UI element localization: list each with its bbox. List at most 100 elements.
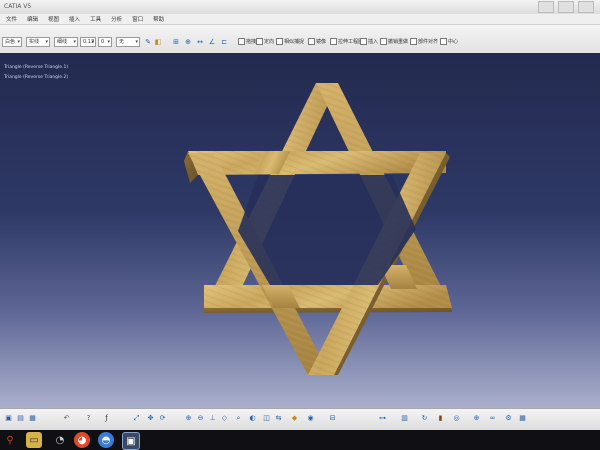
bottom-toolbar: ▣ ▤ ▦ ↶ ? ƒ ⤢ ✥ ⟳ ⊕ ⊖ ⊥ ◇ ⌕ ◐ ◫ ⇆ ◆ ◉ ⊟ … <box>0 408 600 431</box>
style-select-value: 无 <box>119 39 125 45</box>
layer-select-value: 0 <box>101 39 105 45</box>
layer-select[interactable]: 0 ▾ <box>98 37 112 47</box>
paint-icon[interactable]: ✎ <box>144 38 152 46</box>
part-icon[interactable]: ▮ <box>436 414 445 423</box>
thickness-select[interactable]: 0.13 ▾ <box>80 37 96 47</box>
open-icon[interactable]: ▤ <box>16 414 25 423</box>
browser-icon[interactable]: ◕ <box>74 432 90 448</box>
screen: CATIA V5 文件 编辑 视图 插入 工具 分析 窗口 帮助 白色 ▾ 实线 ▾… <box>0 0 600 450</box>
chevron-down-icon: ▾ <box>45 39 48 45</box>
style-select[interactable]: 无 ▾ <box>116 37 140 47</box>
checkbox-label: 插入 <box>368 39 379 45</box>
menu-bar: 文件 编辑 视图 插入 工具 分析 窗口 帮助 <box>0 14 600 25</box>
linetype-select[interactable]: 实线 ▾ <box>26 37 50 47</box>
properties-icon[interactable]: ◧ <box>154 38 162 46</box>
menu-window[interactable]: 窗口 <box>130 15 145 23</box>
measure-icon[interactable]: ⊶ <box>378 414 387 423</box>
minimize-icon[interactable] <box>538 1 554 13</box>
snap-icon[interactable]: ⊕ <box>184 38 192 46</box>
lineweight-select-value: 细线 <box>57 39 68 45</box>
checkbox-box <box>238 38 245 45</box>
checkbox-center[interactable]: 中心 <box>440 38 458 45</box>
iso-view-icon[interactable]: ◇ <box>220 414 229 423</box>
checkbox-box <box>380 38 387 45</box>
settings-icon[interactable]: ⚙ <box>504 414 513 423</box>
title-bar: CATIA V5 <box>0 0 600 15</box>
checkbox-box <box>360 38 367 45</box>
help-icon[interactable]: ? <box>84 414 93 423</box>
update-icon[interactable]: ↻ <box>420 414 429 423</box>
taskbar: ⚲ ▭ ◔ ◕ ◓ ▣ <box>0 430 600 450</box>
menu-edit[interactable]: 编辑 <box>25 15 40 23</box>
star-of-david-model[interactable] <box>0 53 600 408</box>
undo-icon[interactable]: ↶ <box>62 414 71 423</box>
lineweight-select[interactable]: 细线 ▾ <box>54 37 78 47</box>
new-icon[interactable]: ▣ <box>4 414 13 423</box>
checkbox-align[interactable]: 部件对齐 <box>410 38 438 45</box>
color-select[interactable]: 白色 ▾ <box>2 37 22 47</box>
swap-visible-icon[interactable]: ⇆ <box>274 414 283 423</box>
catia-taskbar-icon[interactable]: ▣ <box>122 432 140 450</box>
layers-icon[interactable]: ▦ <box>518 414 527 423</box>
checkbox-label: 中心 <box>448 39 459 45</box>
chevron-down-icon: ▾ <box>135 39 138 45</box>
window-title: CATIA V5 <box>4 3 32 10</box>
checkbox-drag[interactable]: 拖拽 <box>238 38 256 45</box>
checkbox-box <box>256 38 263 45</box>
checkbox-box <box>440 38 447 45</box>
section-icon[interactable]: ⊟ <box>328 414 337 423</box>
constraint-icon[interactable]: ∠ <box>208 38 216 46</box>
analysis-icon[interactable]: ⊕ <box>472 414 481 423</box>
measure-icon[interactable]: ↔ <box>196 38 204 46</box>
rotate-icon[interactable]: ⟳ <box>158 414 167 423</box>
checkbox-label: 镜像 <box>316 39 327 45</box>
menu-analysis[interactable]: 分析 <box>109 15 124 23</box>
grid-icon[interactable]: ⊞ <box>172 38 180 46</box>
menu-file[interactable]: 文件 <box>4 15 19 23</box>
checkbox-label: 拖拽 <box>246 39 257 45</box>
checkbox-box <box>410 38 417 45</box>
normal-view-icon[interactable]: ⊥ <box>208 414 217 423</box>
links-icon[interactable]: ∞ <box>488 414 497 423</box>
search-icon[interactable]: ⌕ <box>234 414 243 423</box>
chevron-down-icon: ▾ <box>107 39 110 45</box>
checkbox-undo-redo[interactable]: 撤销重做 <box>380 38 408 45</box>
render-icon[interactable]: ◉ <box>306 414 315 423</box>
formula-icon[interactable]: ƒ <box>102 414 111 423</box>
checkbox-label: 撤销重做 <box>388 39 409 45</box>
edge-browser-icon[interactable]: ◓ <box>98 432 114 448</box>
zoom-out-icon[interactable]: ⊖ <box>196 414 205 423</box>
file-explorer-icon[interactable]: ▭ <box>26 432 42 448</box>
checkbox-insert[interactable]: 插入 <box>360 38 378 45</box>
shading-icon[interactable]: ◐ <box>248 414 257 423</box>
menu-tools[interactable]: 工具 <box>88 15 103 23</box>
menu-insert[interactable]: 插入 <box>67 15 82 23</box>
color-select-value: 白色 <box>5 39 16 45</box>
checkbox-label: 部件对齐 <box>418 39 439 45</box>
menu-help[interactable]: 帮助 <box>151 15 166 23</box>
bar-up-bottom-edge <box>204 308 452 313</box>
chat-icon[interactable]: ◔ <box>52 432 68 448</box>
window-controls <box>538 1 594 13</box>
start-icon[interactable]: ⚲ <box>2 432 18 448</box>
checkbox-similar-snap[interactable]: 相似捕捉 <box>276 38 304 45</box>
checkbox-stretch-drawing[interactable]: 拉伸工程图 <box>330 38 363 45</box>
chevron-down-icon: ▾ <box>73 39 76 45</box>
fit-all-icon[interactable]: ⤢ <box>132 414 141 423</box>
close-icon[interactable] <box>578 1 594 13</box>
checkbox-mirror[interactable]: 镜像 <box>308 38 326 45</box>
save-icon[interactable]: ▦ <box>28 414 37 423</box>
menu-view[interactable]: 视图 <box>46 15 61 23</box>
maximize-icon[interactable] <box>558 1 574 13</box>
checkbox-orient[interactable]: 定向 <box>256 38 274 45</box>
material-icon[interactable]: ◆ <box>290 414 299 423</box>
pan-icon[interactable]: ✥ <box>146 414 155 423</box>
sketch-icon[interactable]: ◎ <box>452 414 461 423</box>
chevron-down-icon: ▾ <box>17 39 20 45</box>
checkbox-label: 定向 <box>264 39 275 45</box>
zoom-in-icon[interactable]: ⊕ <box>184 414 193 423</box>
apply-material-icon[interactable]: ▥ <box>400 414 409 423</box>
hide-show-icon[interactable]: ◫ <box>262 414 271 423</box>
dimension-icon[interactable]: ⊏ <box>220 38 228 46</box>
3d-viewport[interactable]: Triangle (Reverse Triangle.1) Triangle (… <box>0 53 600 408</box>
